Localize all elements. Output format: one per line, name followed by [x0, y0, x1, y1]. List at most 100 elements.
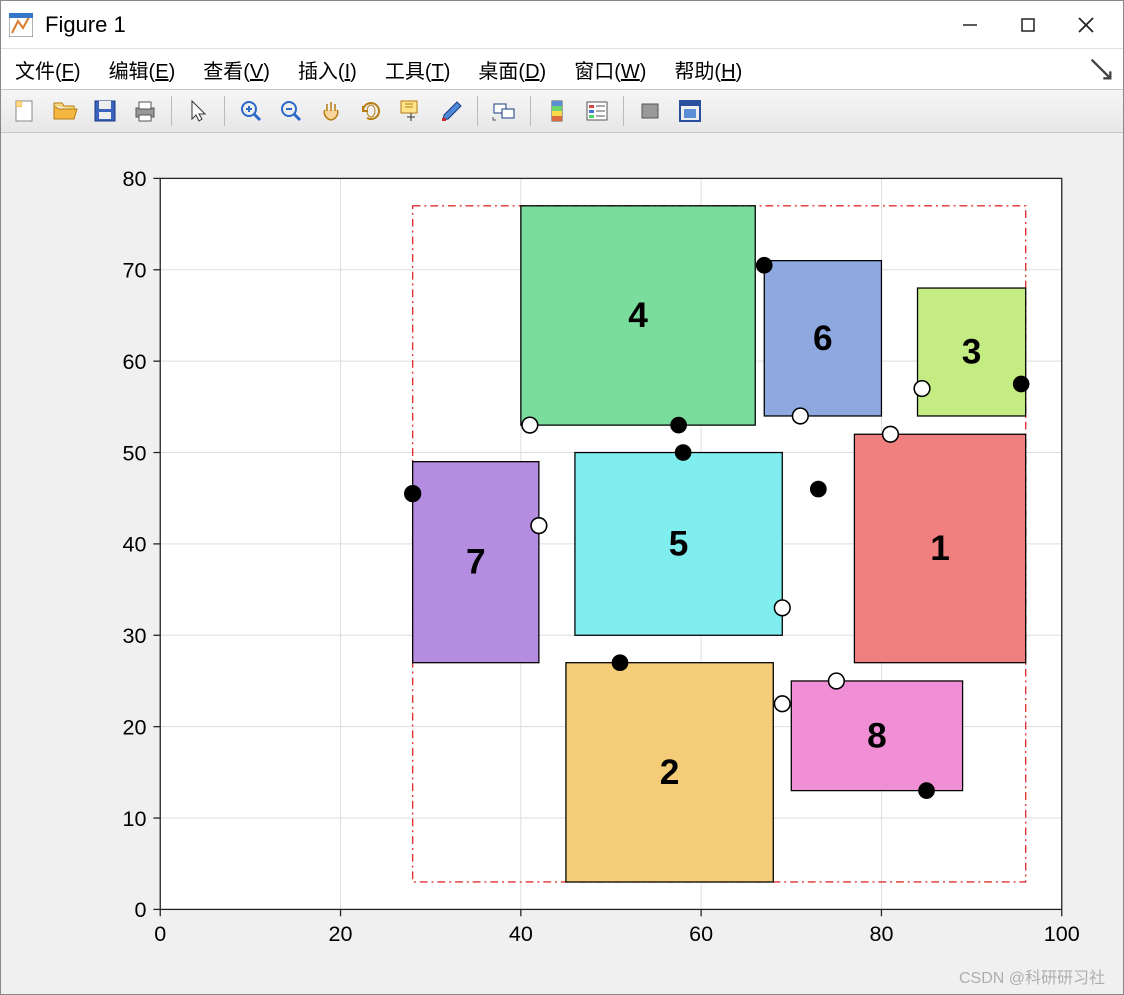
data-cursor-icon — [397, 97, 425, 125]
ytick-label: 70 — [123, 258, 147, 283]
rotate-button[interactable] — [353, 93, 389, 129]
xtick-label: 0 — [154, 921, 166, 946]
rect-label-7: 7 — [466, 543, 486, 582]
zoom-in-button[interactable] — [233, 93, 269, 129]
menu-h[interactable]: 帮助(H) — [668, 51, 748, 88]
marker-filled — [671, 417, 687, 433]
pan-icon — [317, 97, 345, 125]
menu-i[interactable]: 插入(I) — [292, 51, 363, 88]
xtick-label: 100 — [1044, 921, 1080, 946]
ytick-label: 50 — [123, 440, 147, 465]
pan-button[interactable] — [313, 93, 349, 129]
maximize-icon — [1020, 17, 1036, 33]
print-icon — [131, 97, 159, 125]
insert-rect-button[interactable] — [632, 93, 668, 129]
menu-t[interactable]: 工具(T) — [379, 51, 457, 88]
minimize-icon — [962, 17, 978, 33]
marker-open — [774, 600, 790, 616]
open-button[interactable] — [47, 93, 83, 129]
ytick-label: 20 — [123, 714, 147, 739]
data-cursor-button[interactable] — [393, 93, 429, 129]
marker-open — [531, 518, 547, 534]
marker-filled — [756, 257, 772, 273]
print-button[interactable] — [127, 93, 163, 129]
close-button[interactable] — [1057, 1, 1115, 49]
menu-d[interactable]: 桌面(D) — [472, 51, 552, 88]
save-icon — [91, 97, 119, 125]
xtick-label: 20 — [329, 921, 353, 946]
title-bar: Figure 1 — [1, 1, 1123, 49]
marker-filled — [811, 481, 827, 497]
figure-window: Figure 1 文件(F) 编辑(E) 查看(V) 插入(I) 工具(T) 桌面(D) 窗… — [0, 0, 1124, 995]
legend-icon — [583, 97, 611, 125]
marker-filled — [919, 783, 935, 799]
zoom-out-icon — [277, 97, 305, 125]
rect-label-3: 3 — [962, 333, 982, 372]
marker-open — [829, 673, 845, 689]
axes[interactable]: 1234567802040608010001020304050607080 — [17, 149, 1107, 978]
matlab-figure-icon — [9, 13, 33, 37]
window-title: Figure 1 — [45, 12, 126, 38]
marker-filled — [405, 486, 421, 502]
colorbar-button[interactable] — [539, 93, 575, 129]
insert-rect-icon — [636, 97, 664, 125]
xtick-label: 40 — [509, 921, 533, 946]
zoom-in-icon — [237, 97, 265, 125]
ytick-label: 30 — [123, 623, 147, 648]
rect-label-6: 6 — [813, 319, 833, 358]
close-icon — [1077, 16, 1095, 34]
menu-e[interactable]: 编辑(E) — [103, 51, 182, 88]
menu-v[interactable]: 查看(V) — [197, 51, 276, 88]
ytick-label: 10 — [123, 806, 147, 831]
new-figure-button[interactable] — [7, 93, 43, 129]
undock-icon[interactable] — [1087, 55, 1115, 83]
open-icon — [51, 97, 79, 125]
marker-open — [522, 417, 538, 433]
marker-filled — [1013, 376, 1029, 392]
figure-area: 1234567802040608010001020304050607080 CS… — [1, 133, 1123, 994]
minimize-button[interactable] — [941, 1, 999, 49]
colorbar-icon — [543, 97, 571, 125]
rect-label-8: 8 — [867, 716, 887, 755]
dock-icon — [676, 97, 704, 125]
rect-label-4: 4 — [628, 296, 648, 335]
marker-open — [883, 426, 899, 442]
rect-label-2: 2 — [660, 753, 680, 792]
menu-bar: 文件(F) 编辑(E) 查看(V) 插入(I) 工具(T) 桌面(D) 窗口(W) 帮助(H) — [1, 49, 1123, 89]
brush-icon — [437, 97, 465, 125]
menu-w[interactable]: 窗口(W) — [568, 51, 652, 88]
save-button[interactable] — [87, 93, 123, 129]
zoom-out-button[interactable] — [273, 93, 309, 129]
maximize-button[interactable] — [999, 1, 1057, 49]
plot-svg: 1234567802040608010001020304050607080 — [17, 149, 1107, 978]
ytick-label: 40 — [123, 532, 147, 557]
xtick-label: 80 — [869, 921, 893, 946]
marker-filled — [612, 655, 628, 671]
marker-open — [914, 381, 930, 397]
toolbar-separator — [171, 96, 172, 126]
ytick-label: 60 — [123, 349, 147, 374]
marker-open — [792, 408, 808, 424]
ytick-label: 0 — [135, 897, 147, 922]
ytick-label: 80 — [123, 166, 147, 191]
pointer-button[interactable] — [180, 93, 216, 129]
toolbar-separator — [623, 96, 624, 126]
new-figure-icon — [11, 97, 39, 125]
rect-label-1: 1 — [930, 529, 950, 568]
rotate-icon — [357, 97, 385, 125]
rect-label-5: 5 — [669, 524, 689, 563]
pointer-icon — [184, 97, 212, 125]
link-icon — [490, 97, 518, 125]
marker-filled — [675, 445, 691, 461]
toolbar-separator — [224, 96, 225, 126]
toolbar-separator — [477, 96, 478, 126]
brush-button[interactable] — [433, 93, 469, 129]
dock-button[interactable] — [672, 93, 708, 129]
legend-button[interactable] — [579, 93, 615, 129]
marker-open — [774, 696, 790, 712]
toolbar-separator — [530, 96, 531, 126]
toolbar — [1, 89, 1123, 133]
menu-f[interactable]: 文件(F) — [9, 51, 87, 88]
link-button[interactable] — [486, 93, 522, 129]
xtick-label: 60 — [689, 921, 713, 946]
